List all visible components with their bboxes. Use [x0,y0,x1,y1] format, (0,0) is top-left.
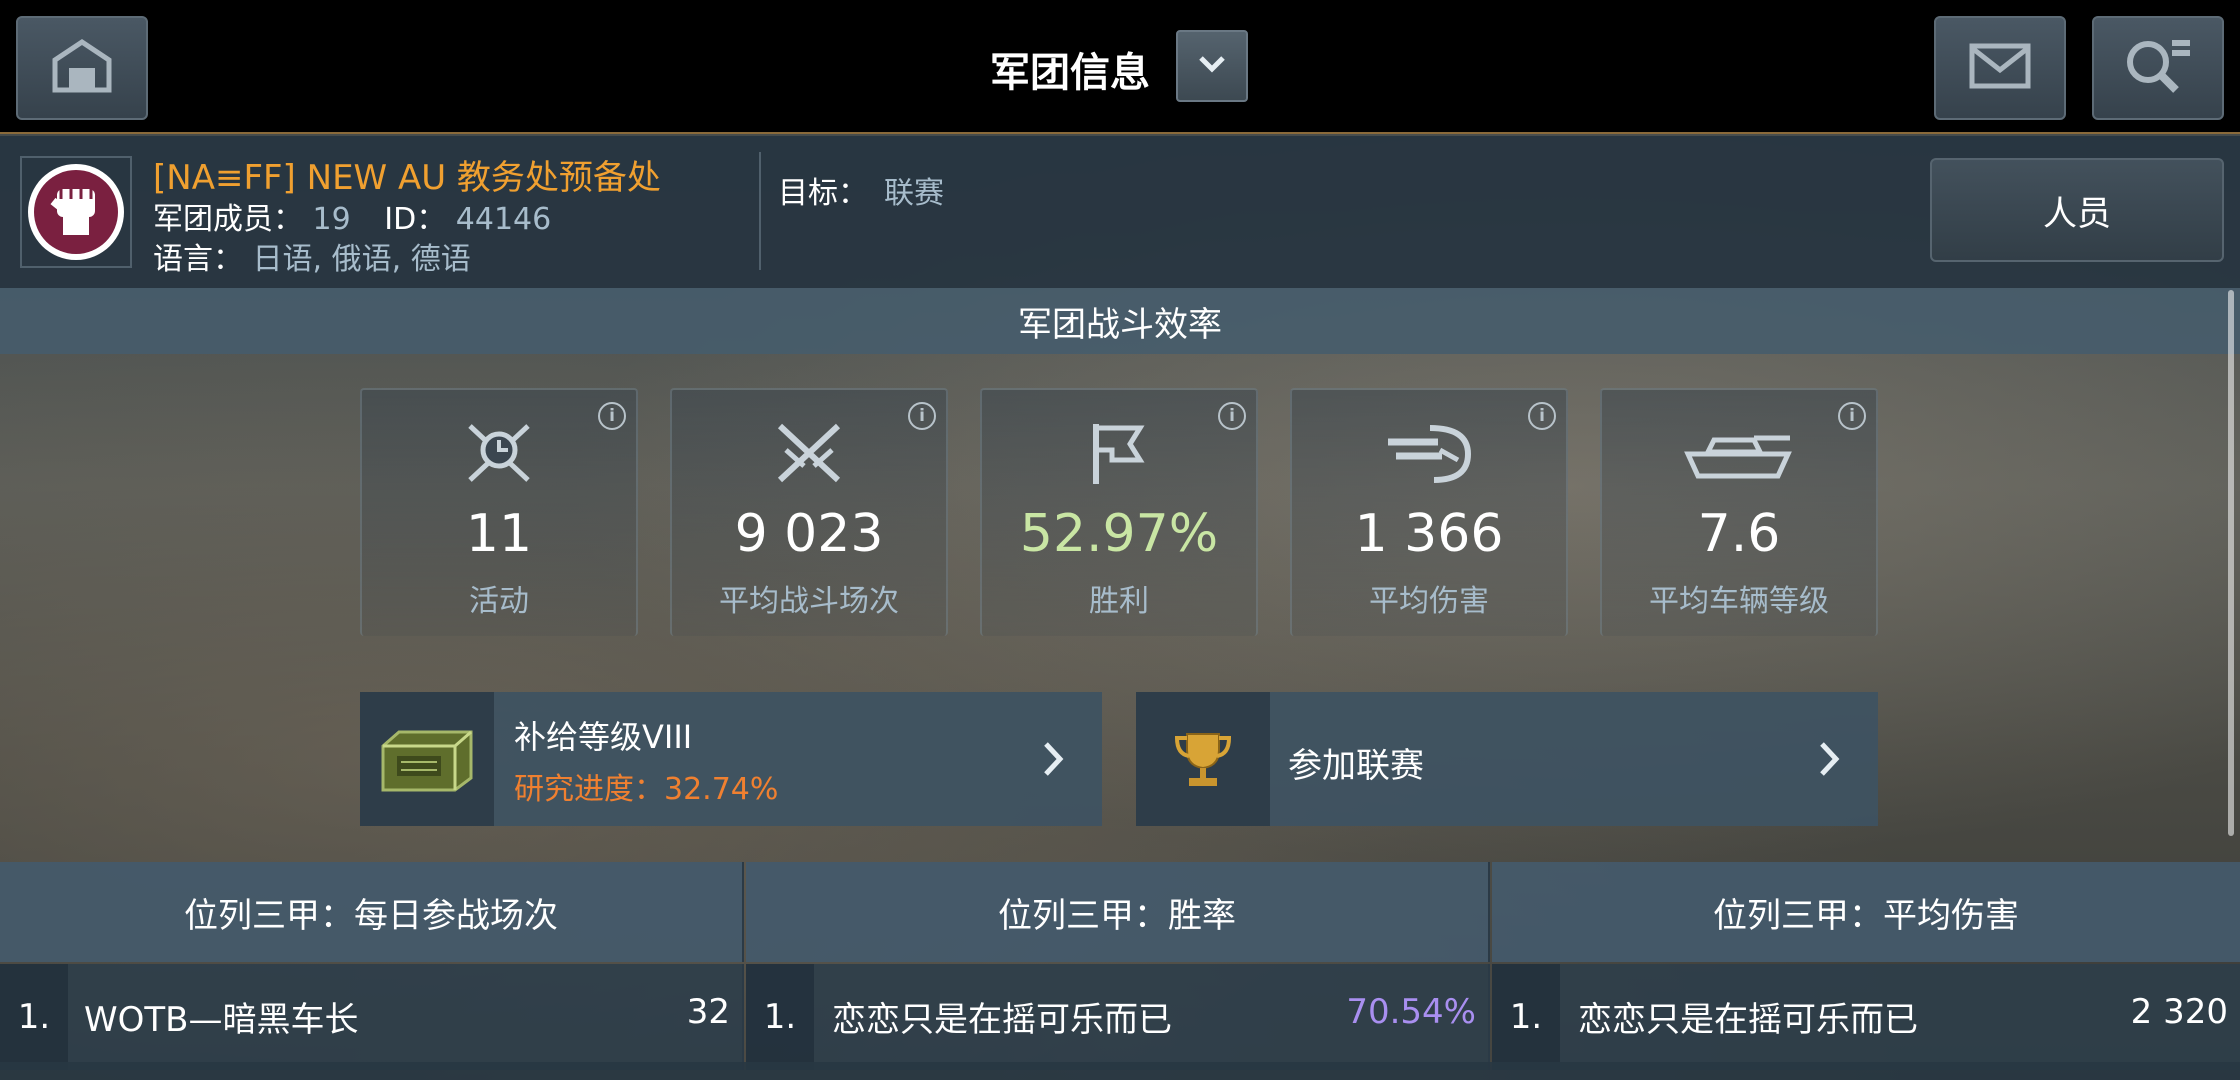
search-icon [2122,36,2194,100]
fist-icon [49,181,103,243]
player-name: WOTB—暗黑车长 [84,1000,359,1040]
research-progress-value: 32.74% [664,772,779,807]
table-row[interactable]: 1. 恋恋只是在摇可乐而已 2 320 [1492,964,2240,1070]
leaderboard-winrate-header: 位列三甲：胜率 [746,862,1490,962]
stat-label: 活动 [469,584,529,619]
id-label: ID： [384,202,447,237]
stat-card-avg-tier: i 7.6 平均车辆等级 [1600,388,1878,636]
stat-value: 1 366 [1354,504,1504,564]
table-row[interactable]: 1. WOTB—暗黑车长 32 [0,964,744,1070]
stat-card-avg-battles: i 9 023 平均战斗场次 [670,388,948,636]
research-progress: 研究进度：32.74% [514,764,778,808]
player-name: 恋恋只是在摇可乐而已 [832,1000,1172,1040]
clan-name: [NA≡FF] NEW AU 教务处预备处 [153,158,661,198]
leaderboard-daily-battles-header: 位列三甲：每日参战场次 [0,862,744,962]
next-row-edge [0,1062,2240,1080]
clan-emblem [20,156,132,268]
rank-number: 1. [1492,964,1560,1070]
stat-label: 平均战斗场次 [719,584,899,619]
stat-label: 胜利 [1089,584,1149,619]
chevron-down-icon [1197,54,1227,78]
efficiency-section-title: 军团战斗效率 [0,288,2240,354]
damage-shell-icon [1384,420,1474,490]
tank-icon [1684,420,1794,490]
join-league-panel[interactable]: 参加联赛 [1136,692,1878,826]
staff-button[interactable]: 人员 [1930,158,2224,262]
supply-level-panel[interactable]: 补给等级VIII 研究进度：32.74% [360,692,1102,826]
clan-members-line: 军团成员： 19 ID： 44146 [153,194,551,238]
stat-card-avg-damage: i 1 366 平均伤害 [1290,388,1568,636]
goal-value: 联赛 [884,176,944,211]
stat-value: 11 [465,504,533,564]
stat-card-activity: i 11 活动 [360,388,638,636]
table-row[interactable]: 1. 恋恋只是在摇可乐而已 70.54% [746,964,1490,1070]
rank-number: 1. [0,964,68,1070]
language-value: 日语, 俄语, 德语 [252,242,471,277]
goal-label: 目标： [778,176,868,211]
clan-info-bar: [NA≡FF] NEW AU 教务处预备处 军团成员： 19 ID： 44146… [0,136,2240,288]
stat-card-victories: i 52.97% 胜利 [980,388,1258,636]
members-value: 19 [312,202,351,237]
stat-value: 52.97% [1019,504,1219,564]
player-value: 32 [686,992,730,1032]
id-value: 44146 [455,202,552,237]
chevron-right-icon [1034,734,1074,784]
victory-flag-icon [1084,420,1154,490]
stat-value: 7.6 [1697,504,1781,564]
top-bar: 军团信息 [0,0,2240,134]
player-name: 恋恋只是在摇可乐而已 [1578,1000,1918,1040]
rank-number: 1. [746,964,814,1070]
player-value: 2 320 [2130,992,2228,1032]
scrollbar[interactable] [2228,290,2234,836]
leaderboard-avg-damage-header: 位列三甲：平均伤害 [1492,862,2240,962]
join-league-title: 参加联赛 [1288,746,1424,786]
clan-language-line: 语言： 日语, 俄语, 德语 [153,234,471,278]
player-value: 70.54% [1346,992,1476,1032]
garage-icon [51,38,113,98]
page-title: 军团信息 [990,50,1150,96]
search-button[interactable] [2092,16,2224,120]
research-progress-label: 研究进度： [514,772,664,807]
stat-value: 9 023 [734,504,884,564]
supply-crate-icon [360,692,494,826]
garage-home-button[interactable] [16,16,148,120]
mail-icon [1968,42,2032,94]
info-divider [759,152,761,270]
stat-label: 平均车辆等级 [1649,584,1829,619]
activity-icon [464,420,534,490]
mail-button[interactable] [1934,16,2066,120]
chevron-right-icon [1810,734,1850,784]
title-dropdown-button[interactable] [1176,30,1248,102]
battles-icon [774,420,844,490]
supply-level-title: 补给等级VIII [514,718,693,756]
stat-label: 平均伤害 [1369,584,1489,619]
members-label: 军团成员： [153,202,303,237]
trophy-icon [1136,692,1270,826]
clan-goal: 目标： 联赛 [778,168,944,212]
language-label: 语言： [153,242,243,277]
